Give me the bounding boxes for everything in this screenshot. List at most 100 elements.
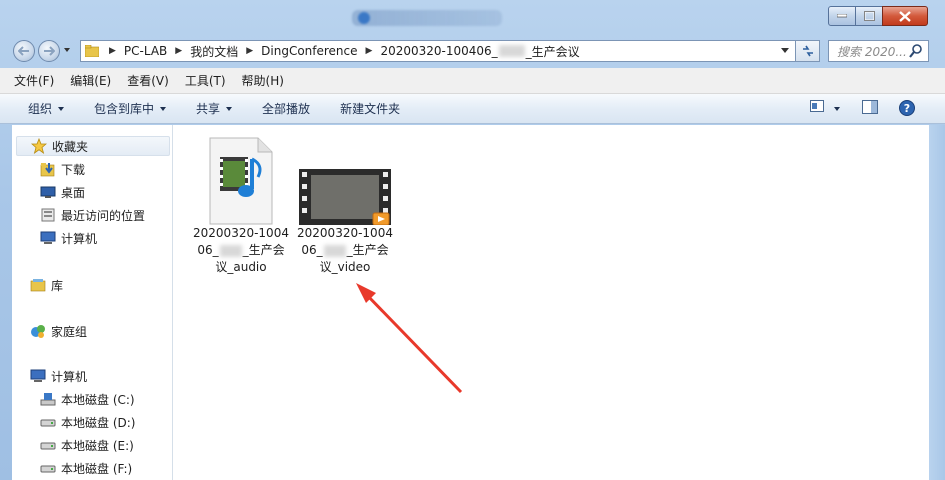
file-list: 20200320-1004 06_ _生产会 议_audio 20200320-1… <box>173 125 929 480</box>
breadcrumb-my-documents[interactable]: 我的文档 <box>188 41 240 61</box>
help-icon: ? <box>899 100 915 116</box>
menu-tools[interactable]: 工具(T) <box>185 72 226 89</box>
breadcrumb-separator[interactable]: ▶ <box>169 46 188 56</box>
nav-drive-label: 本地磁盘 (F:) <box>61 461 133 476</box>
organize-label: 组织 <box>28 102 53 116</box>
menu-edit[interactable]: 编辑(E) <box>70 72 111 89</box>
file-name-part: _生产会 <box>346 243 389 257</box>
view-options-dropdown[interactable] <box>834 107 840 111</box>
help-button[interactable]: ? <box>899 100 915 116</box>
navigation-pane: 收藏夹 下载 桌面 最近访问的位置 计算机 库 家庭组 计算机 本地磁盘 (C:… <box>12 125 173 480</box>
recent-places-icon <box>40 207 56 223</box>
current-folder-prefix: 20200320-100406_ <box>380 44 498 58</box>
file-name-line: 议_video <box>319 260 371 274</box>
nav-item-desktop[interactable]: 桌面 <box>40 182 85 202</box>
share-label: 共享 <box>196 102 221 116</box>
address-bar[interactable]: ▶ PC-LAB ▶ 我的文档 ▶ DingConference ▶ 20200… <box>80 40 796 62</box>
redacted-text <box>219 244 242 257</box>
nav-drive-c[interactable]: 本地磁盘 (C:) <box>40 389 135 409</box>
nav-drive-label: 本地磁盘 (E:) <box>61 438 134 453</box>
organize-button[interactable]: 组织 <box>28 100 65 117</box>
nav-item-label: 桌面 <box>61 185 86 200</box>
address-dropdown-icon[interactable] <box>781 48 789 53</box>
homegroup-icon <box>30 323 46 339</box>
hard-drive-icon <box>40 437 56 453</box>
recent-pages-dropdown[interactable] <box>64 48 70 52</box>
menu-file[interactable]: 文件(F) <box>14 72 54 89</box>
preview-pane-button[interactable] <box>862 100 878 114</box>
new-folder-button[interactable]: 新建文件夹 <box>340 100 400 117</box>
arrow-right-icon <box>44 46 55 56</box>
nav-drive-e[interactable]: 本地磁盘 (E:) <box>40 435 134 455</box>
nav-favorites[interactable]: 收藏夹 <box>16 136 170 156</box>
command-bar: 组织 包含到库中 共享 全部播放 新建文件夹 ? <box>0 94 945 124</box>
breadcrumb-separator[interactable]: ▶ <box>240 46 259 56</box>
nav-drive-label: 本地磁盘 (C:) <box>61 392 135 407</box>
preview-pane-icon <box>862 100 878 114</box>
nav-item-computer-fav[interactable]: 计算机 <box>40 228 97 248</box>
close-button[interactable] <box>882 6 928 26</box>
chevron-down-icon <box>58 106 65 111</box>
star-icon <box>30 137 48 154</box>
nav-item-label: 最近访问的位置 <box>61 208 146 223</box>
file-name-part: 06_ <box>197 243 219 257</box>
include-in-library-button[interactable]: 包含到库中 <box>94 100 167 117</box>
nav-item-label: 计算机 <box>61 231 98 246</box>
maximize-button[interactable] <box>855 6 883 26</box>
computer-icon <box>30 368 46 384</box>
current-folder-suffix: _生产会议 <box>525 44 580 59</box>
include-in-library-label: 包含到库中 <box>94 102 155 116</box>
share-button[interactable]: 共享 <box>196 100 233 117</box>
address-row: ▶ PC-LAB ▶ 我的文档 ▶ DingConference ▶ 20200… <box>0 34 945 68</box>
nav-item-label: 下载 <box>61 162 86 177</box>
refresh-button[interactable] <box>796 40 820 62</box>
window-right-border <box>929 125 945 480</box>
nav-favorites-label: 收藏夹 <box>52 139 89 154</box>
minimize-button[interactable] <box>828 6 856 26</box>
system-drive-icon <box>40 391 56 407</box>
nav-drive-f[interactable]: 本地磁盘 (F:) <box>40 458 132 478</box>
file-name-part: 06_ <box>301 243 323 257</box>
change-view-button[interactable] <box>810 100 824 112</box>
nav-homegroup[interactable]: 家庭组 <box>30 321 87 341</box>
minimize-icon <box>837 14 847 18</box>
file-item-audio[interactable]: 20200320-1004 06_ _生产会 议_audio <box>191 137 291 276</box>
redacted-text <box>498 45 525 57</box>
search-input[interactable]: 搜索 2020... <box>828 40 929 62</box>
refresh-icon <box>802 45 813 57</box>
chevron-down-icon <box>834 107 840 111</box>
nav-library-label: 库 <box>51 278 64 293</box>
breadcrumb-current-folder[interactable]: 20200320-100406_ _生产会议 <box>378 41 581 61</box>
nav-item-downloads[interactable]: 下载 <box>40 159 85 179</box>
redacted-text <box>323 244 346 257</box>
nav-library[interactable]: 库 <box>30 275 63 295</box>
window-frame: ▶ PC-LAB ▶ 我的文档 ▶ DingConference ▶ 20200… <box>0 0 945 480</box>
menu-help[interactable]: 帮助(H) <box>242 72 284 89</box>
video-file-icon <box>299 169 391 225</box>
title-bar <box>0 0 945 34</box>
nav-computer[interactable]: 计算机 <box>30 366 87 386</box>
breadcrumb-separator[interactable]: ▶ <box>360 46 379 56</box>
file-item-video[interactable]: 20200320-1004 06_ _生产会 议_video <box>295 137 395 276</box>
nav-homegroup-label: 家庭组 <box>51 324 88 339</box>
chevron-down-icon <box>226 106 233 111</box>
play-all-button[interactable]: 全部播放 <box>262 100 310 117</box>
desktop-icon <box>40 184 56 200</box>
nav-drive-label: 本地磁盘 (D:) <box>61 415 136 430</box>
menu-view[interactable]: 查看(V) <box>127 72 169 89</box>
library-icon <box>30 277 46 293</box>
back-button[interactable] <box>13 40 35 62</box>
svg-text:?: ? <box>904 102 910 115</box>
folder-icon <box>84 44 100 58</box>
breadcrumb-dingconference[interactable]: DingConference <box>259 41 359 61</box>
breadcrumb-separator[interactable]: ▶ <box>103 46 122 56</box>
window-title-blurred <box>352 10 502 26</box>
chevron-down-icon <box>160 106 167 111</box>
view-icon <box>810 100 824 112</box>
hard-drive-icon <box>40 414 56 430</box>
file-name-line: 20200320-1004 <box>193 226 289 240</box>
breadcrumb-pc-lab[interactable]: PC-LAB <box>122 41 169 61</box>
forward-button[interactable] <box>38 40 60 62</box>
nav-drive-d[interactable]: 本地磁盘 (D:) <box>40 412 135 432</box>
nav-item-recent-places[interactable]: 最近访问的位置 <box>40 205 145 225</box>
